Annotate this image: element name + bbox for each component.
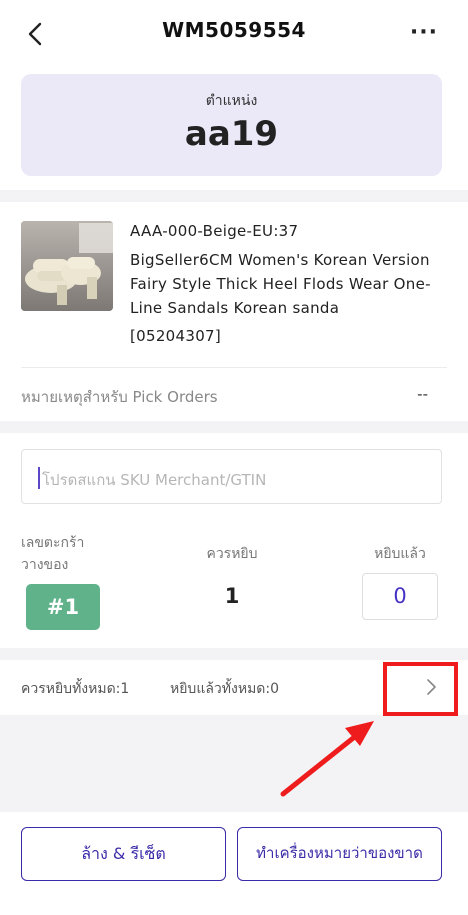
basket-number-badge: #1 bbox=[26, 584, 100, 630]
empty-area bbox=[0, 715, 468, 812]
top-bar: WM5059554 ··· bbox=[0, 0, 468, 64]
quantity-needed-label: ควรหยิบ bbox=[206, 546, 258, 562]
product-image bbox=[21, 221, 113, 311]
basket-label-line2: วางของ bbox=[21, 557, 69, 573]
product-name: BigSeller6CM Women's Korean Version Fair… bbox=[130, 251, 431, 317]
mark-missing-button[interactable]: ทำเครื่องหมายว่าของขาด bbox=[237, 827, 442, 881]
quantity-picked-field[interactable]: 0 bbox=[362, 573, 438, 620]
divider bbox=[21, 367, 447, 368]
basket-label: เลขตะกร้า วางของ bbox=[21, 532, 84, 576]
page-title: WM5059554 bbox=[162, 18, 306, 42]
location-value: aa19 bbox=[184, 114, 279, 154]
quantity-picked-label: หยิบแล้ว bbox=[374, 546, 426, 562]
quantity-needed-value: 1 bbox=[224, 584, 240, 608]
annotation-highlight-box bbox=[383, 662, 458, 716]
text-caret bbox=[38, 467, 40, 489]
location-label: ตำแหน่ง bbox=[205, 93, 258, 109]
product-code: [05204307] bbox=[130, 327, 222, 345]
clear-reset-button[interactable]: ล้าง & รีเซ็ต bbox=[21, 827, 226, 881]
section-separator bbox=[0, 421, 468, 433]
pick-note-label: หมายเหตุสำหรับ Pick Orders bbox=[21, 388, 218, 406]
product-sku: AAA-000-Beige-EU:37 bbox=[130, 222, 299, 240]
footer-bar: ล้าง & รีเซ็ต ทำเครื่องหมายว่าของขาด bbox=[0, 812, 468, 915]
pick-note-value: -- bbox=[417, 385, 428, 403]
location-card: ตำแหน่ง aa19 bbox=[21, 74, 442, 176]
more-options-button[interactable]: ··· bbox=[410, 22, 438, 44]
section-separator bbox=[0, 190, 468, 202]
basket-label-line1: เลขตะกร้า bbox=[21, 535, 85, 551]
total-to-pick: ควรหยิบทั้งหมด:1 bbox=[21, 681, 130, 697]
section-separator bbox=[0, 648, 468, 660]
total-picked: หยิบแล้วทั้งหมด:0 bbox=[170, 681, 280, 697]
scan-placeholder: โปรดสแกน SKU Merchant/GTIN bbox=[42, 471, 267, 489]
sku-scan-input[interactable]: โปรดสแกน SKU Merchant/GTIN bbox=[21, 449, 442, 504]
